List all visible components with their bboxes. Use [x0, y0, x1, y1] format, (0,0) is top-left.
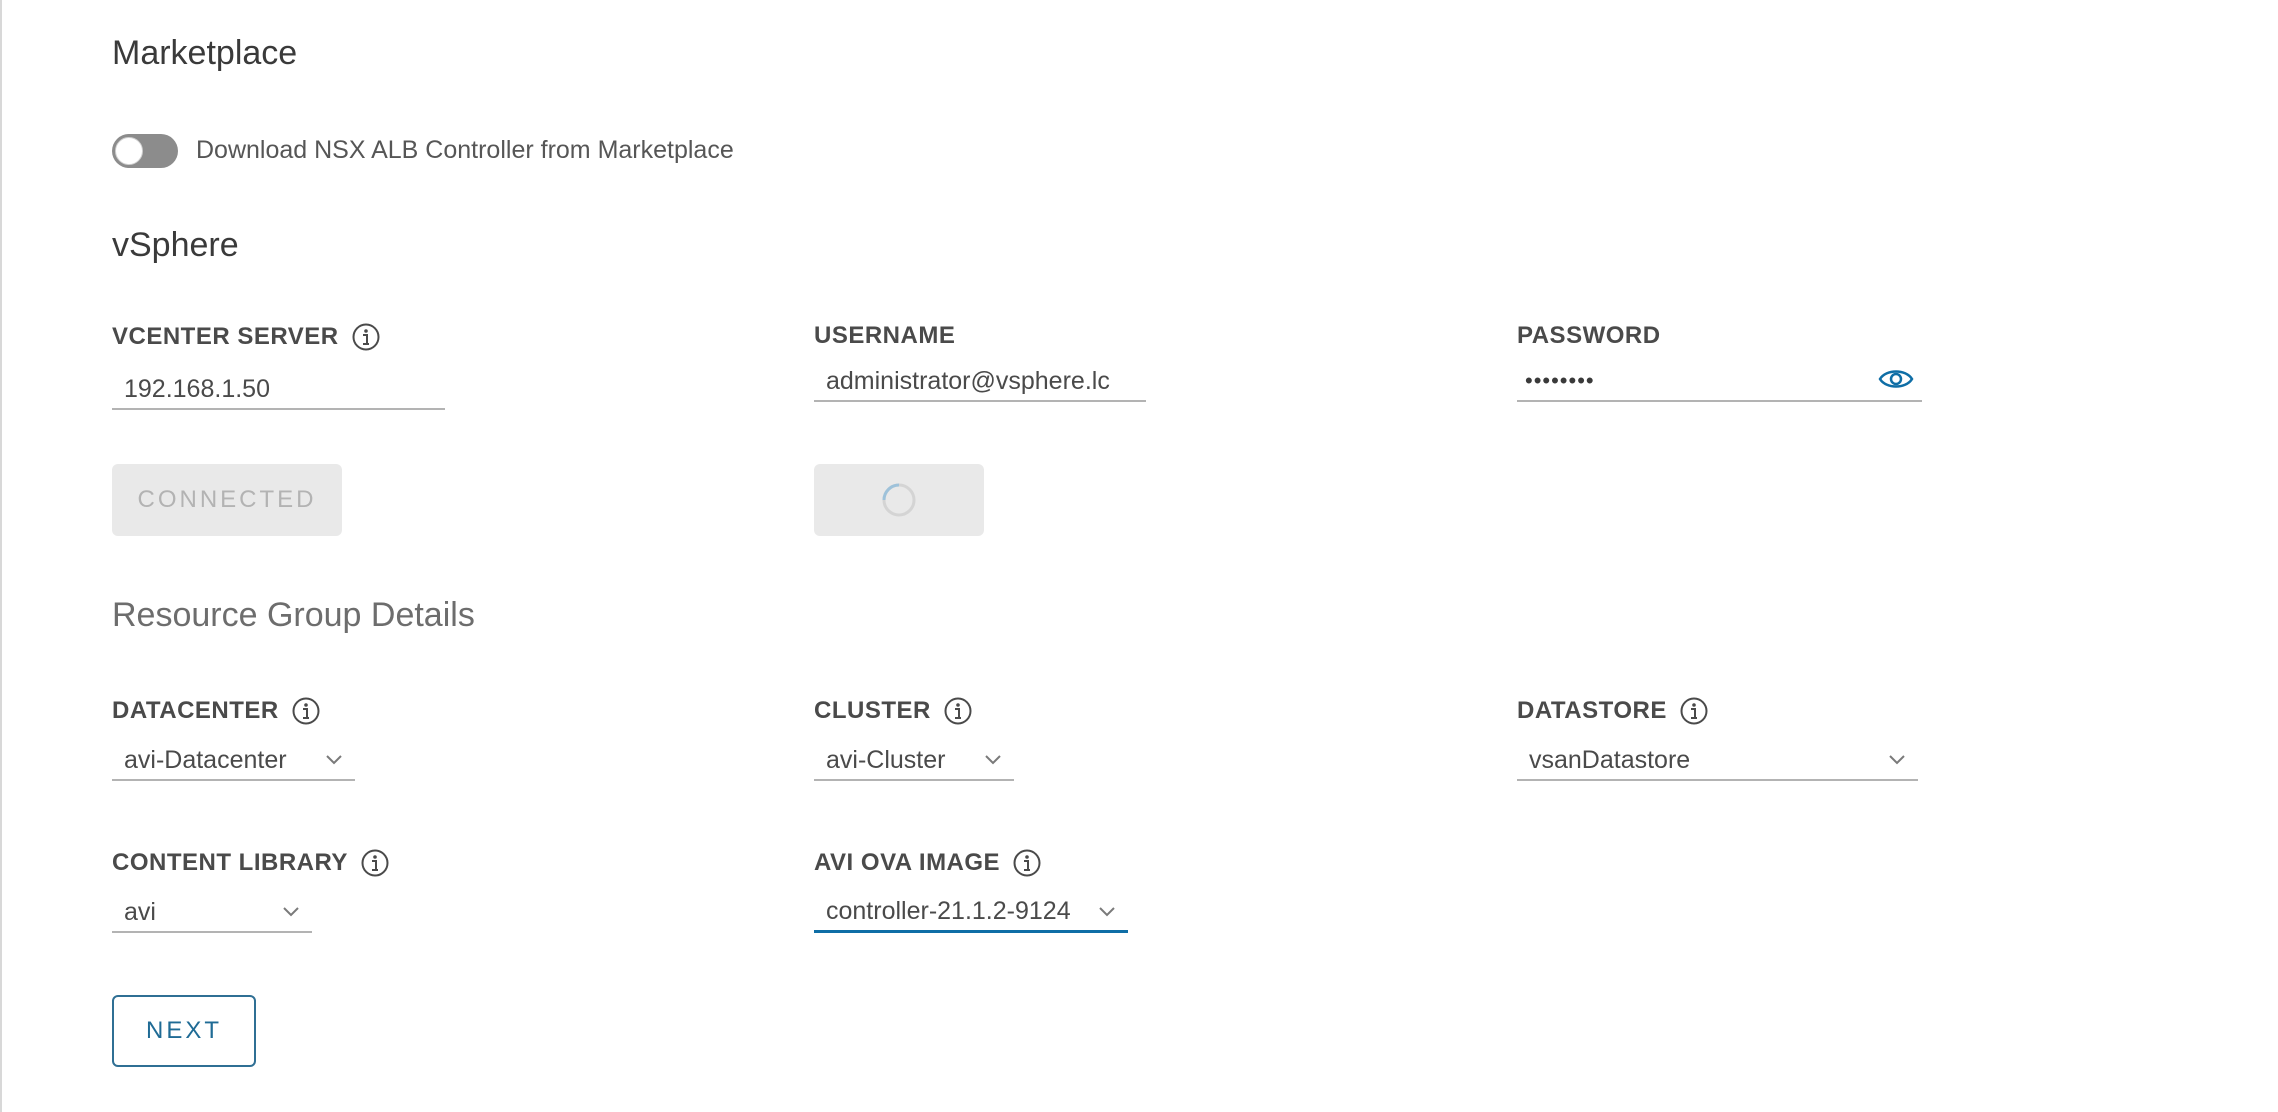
chevron-down-icon: [283, 907, 299, 917]
info-icon[interactable]: [360, 848, 390, 878]
connected-button[interactable]: CONNECTED: [112, 464, 342, 536]
password-label: PASSWORD: [1517, 322, 1661, 350]
datacenter-value: avi-Datacenter: [124, 745, 287, 774]
chevron-down-icon: [985, 755, 1001, 765]
password-field[interactable]: ••••••••: [1517, 362, 1922, 402]
chevron-down-icon: [1889, 755, 1905, 765]
datacenter-select[interactable]: avi-Datacenter: [112, 741, 355, 781]
datacenter-label-text: DATACENTER: [112, 697, 279, 724]
marketplace-toggle-label: Download NSX ALB Controller from Marketp…: [196, 136, 734, 164]
cluster-value: avi-Cluster: [826, 745, 946, 774]
avi-ova-image-select[interactable]: controller-21.1.2-9124: [814, 893, 1128, 933]
avi-ova-image-label: AVI OVA IMAGE: [814, 848, 1042, 878]
marketplace-title: Marketplace: [112, 34, 298, 72]
content-library-value: avi: [124, 897, 156, 926]
datacenter-label: DATACENTER: [112, 696, 321, 726]
loading-button[interactable]: [814, 464, 984, 536]
cluster-select[interactable]: avi-Cluster: [814, 741, 1014, 781]
password-label-text: PASSWORD: [1517, 322, 1661, 349]
password-value: ••••••••: [1525, 368, 1595, 393]
info-icon[interactable]: [943, 696, 973, 726]
info-icon[interactable]: [1012, 848, 1042, 878]
avi-ova-image-value: controller-21.1.2-9124: [826, 897, 1071, 925]
wizard-panel: Marketplace Download NSX ALB Controller …: [0, 0, 2278, 1112]
marketplace-toggle[interactable]: [112, 134, 178, 168]
chevron-down-icon: [1099, 906, 1115, 916]
resource-group-title: Resource Group Details: [112, 596, 475, 634]
show-password-eye-icon[interactable]: [1878, 367, 1914, 396]
next-button[interactable]: NEXT: [112, 995, 256, 1067]
info-icon[interactable]: [291, 696, 321, 726]
toggle-knob: [115, 137, 143, 165]
username-label-text: USERNAME: [814, 322, 956, 349]
content-library-label: CONTENT LIBRARY: [112, 848, 390, 878]
datastore-label: DATASTORE: [1517, 696, 1709, 726]
datastore-select[interactable]: vsanDatastore: [1517, 741, 1918, 781]
info-icon[interactable]: [351, 322, 381, 352]
vcenter-server-label-text: VCENTER SERVER: [112, 323, 339, 350]
cluster-label-text: CLUSTER: [814, 697, 931, 724]
cluster-label: CLUSTER: [814, 696, 973, 726]
vcenter-server-label: VCENTER SERVER: [112, 322, 381, 352]
info-icon[interactable]: [1679, 696, 1709, 726]
avi-ova-image-label-text: AVI OVA IMAGE: [814, 849, 1001, 876]
username-label: USERNAME: [814, 322, 955, 350]
chevron-down-icon: [326, 755, 342, 765]
vcenter-server-input[interactable]: [112, 370, 445, 410]
datastore-value: vsanDatastore: [1529, 745, 1691, 774]
loading-spinner-icon: [882, 483, 916, 517]
vsphere-title: vSphere: [112, 226, 239, 264]
datastore-label-text: DATASTORE: [1517, 697, 1667, 724]
content-library-select[interactable]: avi: [112, 893, 312, 933]
content-library-label-text: CONTENT LIBRARY: [112, 849, 348, 876]
username-input[interactable]: [814, 362, 1146, 402]
